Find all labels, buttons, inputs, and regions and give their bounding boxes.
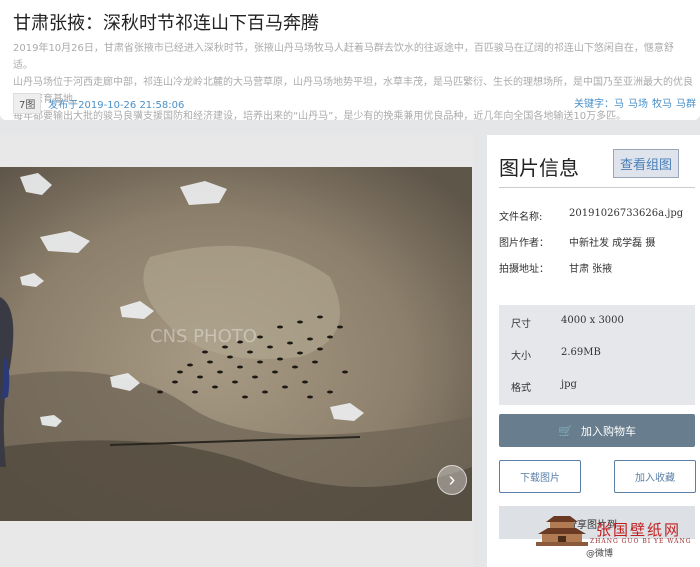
keywords-label: 关键字： xyxy=(574,99,614,110)
spec-filesize-row: 大小 2.69MB xyxy=(511,347,601,362)
location-row: 拍摄地址： 甘肃 张掖 xyxy=(499,260,612,275)
spec-size-row: 尺寸 4000 x 3000 xyxy=(511,315,624,330)
aerial-horses-image: CNS PHOTO xyxy=(0,167,472,521)
publish-date: 发布于2019-10-26 21:58:06 xyxy=(48,100,185,111)
desc-line: 2019年10月26日，甘肃省张掖市已经进入深秋时节，张掖山丹马场牧马人赶着马群… xyxy=(13,43,674,71)
keywords: 关键字：马 马场 牧马 马群 xyxy=(574,95,696,110)
divider xyxy=(499,187,695,188)
weibo-tag: @微博 xyxy=(586,549,614,559)
info-title: 图片信息 xyxy=(499,156,579,180)
main-photo[interactable]: CNS PHOTO xyxy=(0,167,472,521)
size-label: 尺寸 xyxy=(511,319,531,330)
format-label: 格式 xyxy=(511,383,531,394)
photo-count-badge: 7图 xyxy=(13,93,42,114)
spec-format-row: 格式 jpg xyxy=(511,379,577,394)
location-label: 拍摄地址： xyxy=(499,264,549,275)
next-photo-arrow-icon[interactable]: › xyxy=(437,465,467,495)
keyword-link[interactable]: 马场 xyxy=(628,99,648,110)
favorite-button[interactable]: 加入收藏 xyxy=(614,460,696,493)
add-to-cart-label: 加入购物车 xyxy=(580,424,636,438)
filename-label: 文件名称: xyxy=(499,212,543,223)
location-value: 甘肃 张掖 xyxy=(569,264,613,275)
watermark-cn: 张国壁纸网 xyxy=(596,521,682,539)
spec-box: 尺寸 4000 x 3000 大小 2.69MB 格式 jpg xyxy=(499,305,695,405)
article-header: 甘肃张掖：深秋时节祁连山下百马奔腾 2019年10月26日，甘肃省张掖市已经进入… xyxy=(0,0,700,122)
author-row: 图片作者： 中新社发 成学磊 摄 xyxy=(499,234,655,249)
photo-info-panel: 图片信息 查看组图 文件名称: 20191026733626a.jpg 图片作者… xyxy=(487,135,700,567)
photo-viewer: CNS PHOTO › xyxy=(0,135,473,567)
watermark-en: ZHANG GUO BI YE WANG xyxy=(590,538,692,545)
keyword-link[interactable]: 马 xyxy=(614,99,624,110)
author-label: 图片作者： xyxy=(499,238,549,249)
filename-row: 文件名称: 20191026733626a.jpg xyxy=(499,208,683,223)
article-meta: 7图 发布于2019-10-26 21:58:06 关键字：马 马场 牧马 马群 xyxy=(13,93,696,114)
download-button[interactable]: 下载图片 xyxy=(499,460,581,493)
add-to-cart-button[interactable]: 🛒 加入购物车 xyxy=(499,414,695,447)
size-value: 4000 x 3000 xyxy=(561,315,624,326)
cart-icon: 🛒 xyxy=(558,423,573,438)
format-value: jpg xyxy=(561,379,577,390)
page-title: 甘肃张掖：深秋时节祁连山下百马奔腾 xyxy=(13,13,319,34)
photo-watermark: CNS PHOTO xyxy=(150,326,257,347)
keyword-link[interactable]: 马群 xyxy=(676,99,696,110)
view-group-button[interactable]: 查看组图 xyxy=(613,149,679,178)
filesize-value: 2.69MB xyxy=(561,347,601,358)
author-value: 中新社发 成学磊 摄 xyxy=(569,238,656,249)
pagoda-icon xyxy=(536,516,588,546)
site-watermark: 张国壁纸网 ZHANG GUO BI YE WANG xyxy=(528,510,700,550)
article-description: 2019年10月26日，甘肃省张掖市已经进入深秋时节，张掖山丹马场牧马人赶着马群… xyxy=(13,40,693,125)
filename-value: 20191026733626a.jpg xyxy=(569,208,684,219)
keyword-link[interactable]: 牧马 xyxy=(652,99,672,110)
filesize-label: 大小 xyxy=(511,351,531,362)
